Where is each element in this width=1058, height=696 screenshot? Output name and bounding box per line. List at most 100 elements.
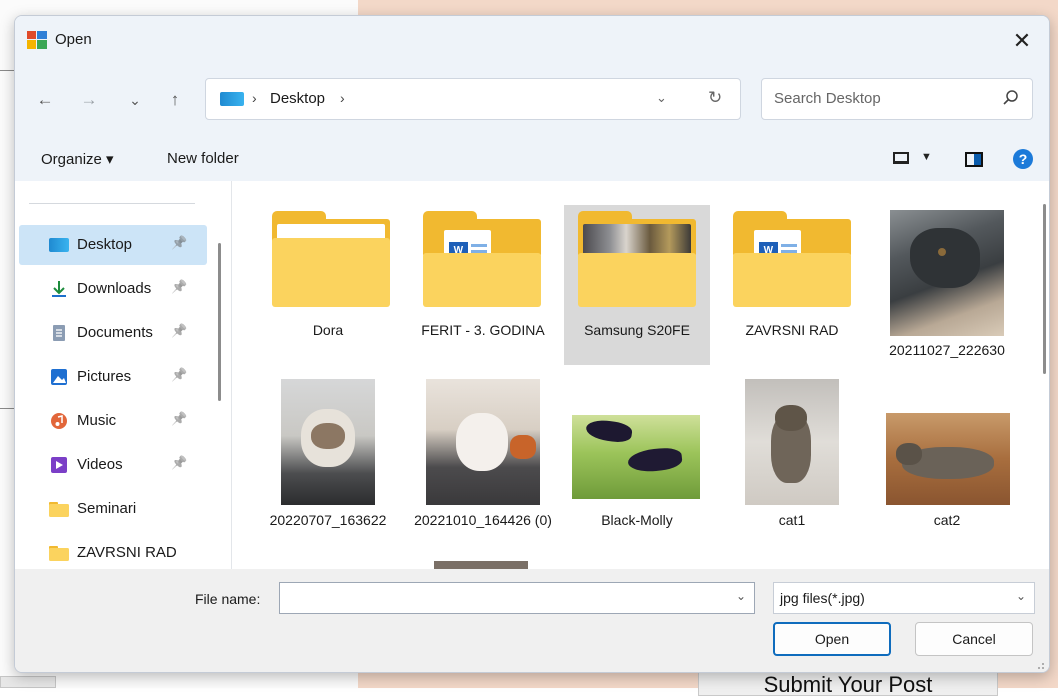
refresh-icon[interactable]: ↻ [708,88,722,108]
file-item-20211027-222630[interactable]: 20211027_222630 [874,205,1020,365]
sidebar-item-label: Music [77,412,117,429]
file-item-label: Black-Molly [601,512,673,528]
background-tab [0,676,56,688]
image-thumbnail [281,379,375,505]
file-item-20221010-164426-0[interactable]: 20221010_164426 (0) [410,373,556,533]
up-button[interactable]: ↑ [163,88,187,112]
file-item-label: Dora [312,322,344,338]
pin-icon[interactable]: 📌 [171,235,187,251]
file-type-value: jpg files(*.jpg) [780,590,865,606]
close-icon: ✕ [1012,28,1032,53]
back-button[interactable]: ← [33,88,57,112]
pin-icon[interactable]: 📌 [171,323,187,339]
folder-with-document-icon: W [733,211,851,307]
sidebar-item-label: Seminari [77,500,137,517]
file-list: Dora W FERIT - 3. GODINA Samsung S20FE W… [232,181,1049,569]
resize-grip-icon[interactable] [1035,660,1045,670]
file-item-cat1[interactable]: cat1 [719,373,865,533]
sidebar-item-music[interactable]: Music 📌 [19,401,207,441]
file-dialog-footer: File name: ⌄ jpg files(*.jpg) ⌄ Open Can… [15,569,1049,672]
sidebar-item-zavrsni-rad[interactable]: ZAVRSNI RAD [19,533,207,569]
pin-icon[interactable]: 📌 [171,279,187,295]
download-icon [52,281,66,297]
image-thumbnail[interactable] [434,561,528,569]
sidebar-item-downloads[interactable]: Downloads 📌 [19,269,207,309]
pin-icon[interactable]: 📌 [171,367,187,383]
view-dropdown-icon[interactable]: ▼ [921,151,932,163]
sidebar-item-documents[interactable]: Documents 📌 [19,313,207,353]
arrow-up-icon: ↑ [170,90,180,109]
sidebar-divider [29,203,195,204]
dialog-title: Open [55,31,92,48]
file-item-dora[interactable]: Dora [255,205,401,365]
desktop-icon [49,238,69,252]
new-folder-button[interactable]: New folder [167,150,239,167]
sidebar-item-label: Downloads [77,280,152,297]
arrow-left-icon: ← [36,90,54,109]
sidebar-item-label: Videos [77,456,123,473]
address-history-chevron-icon[interactable]: ⌄ [656,90,667,106]
file-item-label: cat2 [933,512,961,528]
sidebar-item-desktop[interactable]: Desktop 📌 [19,225,207,265]
breadcrumb-desktop[interactable]: Desktop [270,90,325,107]
folder-with-photos-icon [578,211,696,307]
folder-icon [49,502,69,517]
sidebar-item-label: Documents [77,324,153,341]
image-thumbnail [745,379,839,505]
file-name-label: File name: [195,591,261,607]
file-item-20220707-163622[interactable]: 20220707_163622 [255,373,401,533]
sidebar-item-seminari[interactable]: Seminari [19,489,207,529]
image-thumbnail [886,413,1010,505]
file-item-label: 20211027_222630 [889,342,1005,358]
recent-locations-button[interactable]: ⌄ [123,88,147,112]
folder-icon [49,546,69,561]
file-item-label: FERIT - 3. GODINA [421,322,545,338]
chevron-down-icon[interactable]: ⌄ [736,589,746,603]
file-item-zavrsni-rad[interactable]: W ZAVRSNI RAD [719,205,865,365]
folder-icon [272,211,390,307]
search-input[interactable]: Search Desktop [774,90,881,107]
organize-button[interactable]: Organize ▾ [41,150,114,168]
search-box[interactable]: Search Desktop [761,78,1033,120]
image-thumbnail [890,210,1004,336]
preview-pane-icon[interactable] [965,152,983,167]
open-button[interactable]: Open [773,622,891,656]
file-list-scrollbar[interactable] [1043,204,1046,374]
videos-icon [51,457,67,473]
title-bar: Open ✕ [15,16,1049,66]
chevron-down-icon[interactable]: ⌄ [1016,589,1026,603]
desktop-icon [220,92,244,106]
view-mode-icon[interactable] [893,152,909,164]
file-item-label: Samsung S20FE [584,322,690,338]
file-item-label: cat1 [778,512,806,528]
image-thumbnail [426,379,540,505]
file-name-input[interactable]: ⌄ [279,582,755,614]
music-icon [51,413,67,429]
close-button[interactable]: ✕ [1007,26,1037,56]
file-item-label: 20221010_164426 (0) [414,512,552,528]
background-divider [0,408,14,409]
background-divider [0,70,14,71]
forward-button[interactable]: → [77,88,101,112]
file-type-select[interactable]: jpg files(*.jpg) ⌄ [773,582,1035,614]
arrow-right-icon: → [80,90,98,109]
file-item-cat2[interactable]: cat2 [874,373,1020,533]
cancel-button[interactable]: Cancel [915,622,1033,656]
pin-icon[interactable]: 📌 [171,455,187,471]
help-icon[interactable]: ? [1013,149,1033,169]
sidebar-item-pictures[interactable]: Pictures 📌 [19,357,207,397]
breadcrumb-separator-icon[interactable]: › [340,90,345,106]
file-item-black-molly[interactable]: Black-Molly [564,373,710,533]
file-item-label: ZAVRSNI RAD [745,322,839,338]
sidebar-scrollbar[interactable] [218,243,221,401]
navigation-pane: Desktop 📌 Downloads 📌 Documents 📌 Pictur… [15,181,232,569]
address-bar[interactable]: › Desktop › ⌄ ↻ [205,78,741,120]
open-file-dialog: Open ✕ ← → ⌄ ↑ › Desktop › ⌄ ↻ Search De… [14,15,1050,673]
file-item-samsung-s20fe[interactable]: Samsung S20FE [564,205,710,365]
search-icon[interactable] [1002,89,1020,107]
file-item-ferit-3-godina[interactable]: W FERIT - 3. GODINA [410,205,556,365]
breadcrumb-separator-icon[interactable]: › [252,90,257,106]
sidebar-item-videos[interactable]: Videos 📌 [19,445,207,485]
file-item-label: 20220707_163622 [269,512,387,528]
pin-icon[interactable]: 📌 [171,411,187,427]
